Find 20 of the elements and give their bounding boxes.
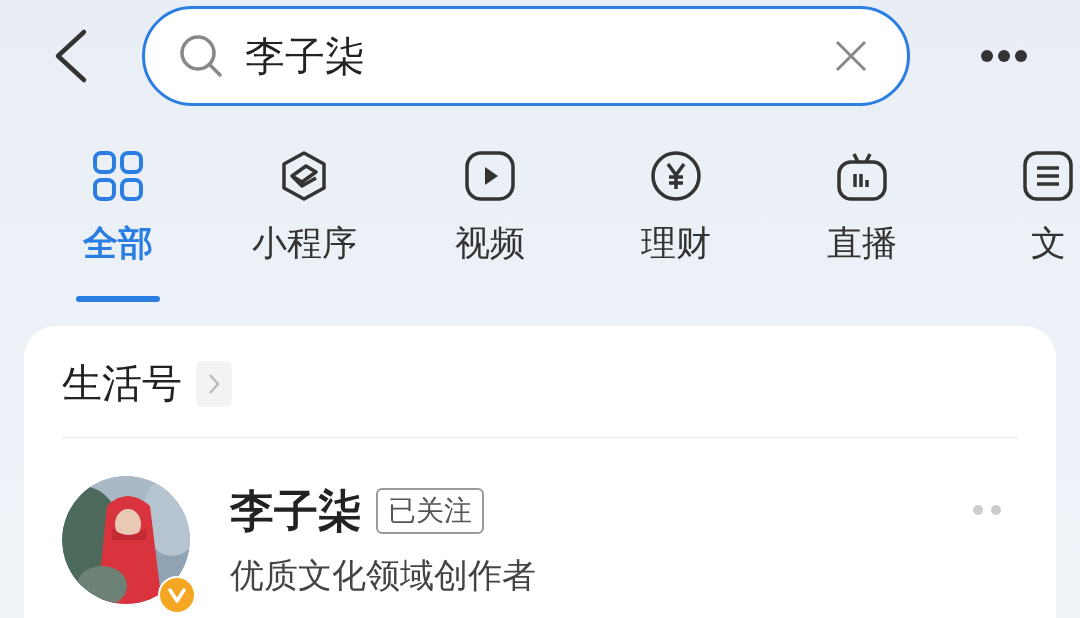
document-icon	[1022, 150, 1074, 202]
account-name[interactable]: 李子柒	[230, 481, 362, 541]
yen-icon	[650, 150, 702, 202]
search-bar[interactable]: 李子柒	[142, 6, 910, 106]
more-icon[interactable]	[980, 49, 1028, 63]
account-description: 优质文化领域创作者	[230, 553, 537, 597]
section-title: 生活号	[62, 359, 182, 408]
play-icon	[464, 150, 516, 202]
category-tab[interactable]: 全部	[25, 150, 211, 306]
close-icon[interactable]	[835, 40, 867, 72]
search-input[interactable]: 李子柒	[243, 32, 835, 80]
grid-icon	[92, 150, 144, 202]
tv-icon	[836, 150, 888, 202]
followed-tag: 已关注	[376, 488, 484, 534]
category-tab[interactable]: 小程序	[211, 150, 397, 306]
category-tab[interactable]: 文	[955, 150, 1080, 306]
category-tab[interactable]: 直播	[769, 150, 955, 306]
category-tab[interactable]: 视频	[397, 150, 583, 306]
category-tab[interactable]: 理财	[583, 150, 769, 306]
search-icon	[179, 34, 223, 78]
